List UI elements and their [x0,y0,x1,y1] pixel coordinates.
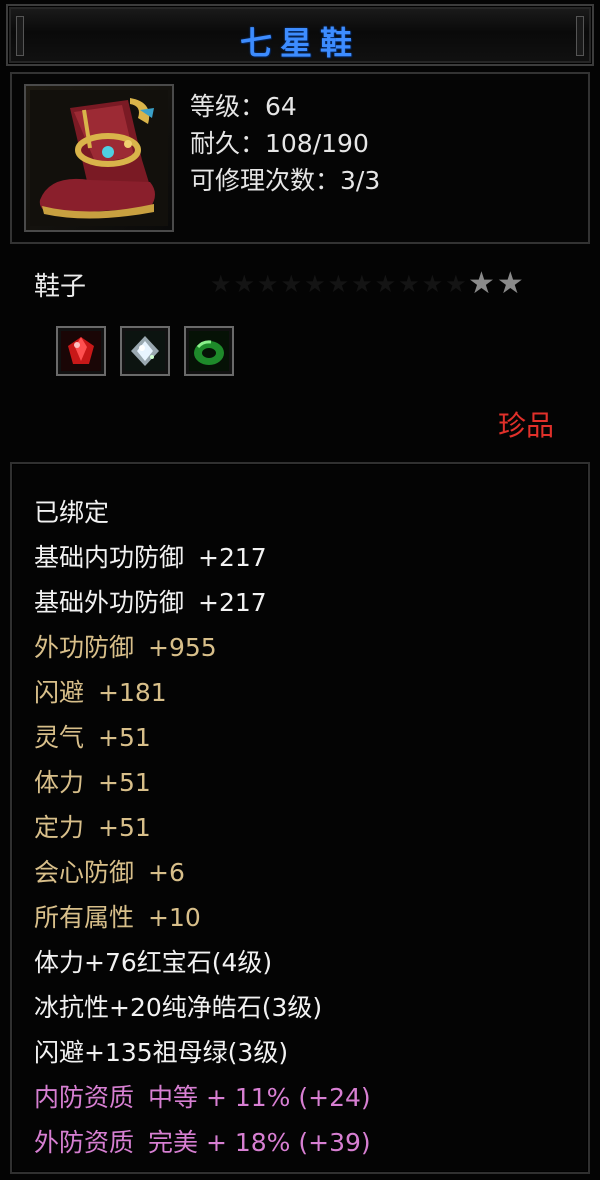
item-stats: 等级：64 耐久：108/190 可修理次数：3/3 [190,88,380,199]
attr-row: 闪避+135祖母绿(3级) [34,1030,371,1075]
title-bar: 七星鞋 [6,4,594,66]
attr-value: +181 [98,678,167,707]
attr-name: 灵气 [34,723,85,752]
attr-row: 体力 +51 [34,760,371,805]
attr-name: 体力+76红宝石(4级) [34,948,273,977]
attr-row: 所有属性 +10 [34,895,371,940]
attr-name: 闪避 [34,678,85,707]
attr-value: +955 [148,633,217,662]
attribute-panel: 已绑定 基础内功防御 +217 基础外功防御 +217 外功防御 +955 闪避 +18… [10,462,590,1174]
attr-name: 会心防御 [34,858,135,887]
star-rating: ★★ [468,266,526,301]
attr-name: 已绑定 [34,498,110,527]
attr-value: +51 [98,723,151,752]
ruby-gem-icon[interactable] [56,326,106,376]
item-type: 鞋子 [34,272,87,302]
attr-value: +10 [148,903,201,932]
title-right-ornament [576,16,584,56]
attr-name: 基础外功防御 [34,588,185,617]
attr-name: 外功防御 [34,633,135,662]
emerald-gem-icon[interactable] [184,326,234,376]
attr-name: 所有属性 [34,903,135,932]
quality-label: 珍品 [497,409,554,442]
attr-value: +6 [148,858,185,887]
empty-stars: ★★★★★★★★★★★ [210,270,469,298]
attr-row: 冰抗性+20纯净皓石(3级) [34,985,371,1030]
diamond-gem-icon[interactable] [120,326,170,376]
attr-row: 定力 +51 [34,805,371,850]
attribute-list: 已绑定 基础内功防御 +217 基础外功防御 +217 外功防御 +955 闪避 +18… [34,490,371,1165]
boot-icon [30,90,168,226]
item-durability: 耐久：108/190 [190,129,369,158]
attr-name: 冰抗性+20纯净皓石(3级) [34,993,323,1022]
item-tooltip: 七星鞋 等级：64 耐久：108/190 可修理次数：3/3 鞋子 ★★★★★★… [0,0,600,1180]
attr-row: 已绑定 [34,490,371,535]
attr-row: 外防资质 完美 + 18% (+39) [34,1120,371,1165]
attr-value: +51 [98,813,151,842]
attr-row: 会心防御 +6 [34,850,371,895]
attr-row: 内防资质 中等 + 11% (+24) [34,1075,371,1120]
attr-value: +51 [98,768,151,797]
attr-name: 定力 [34,813,85,842]
item-repairs: 可修理次数：3/3 [190,166,381,195]
attr-value: 中等 + 11% (+24) [148,1083,371,1112]
attr-row: 闪避 +181 [34,670,371,715]
attr-row: 外功防御 +955 [34,625,371,670]
attr-row: 灵气 +51 [34,715,371,760]
attr-name: 内防资质 [34,1083,135,1112]
item-header: 等级：64 耐久：108/190 可修理次数：3/3 [10,72,590,244]
attr-name: 基础内功防御 [34,543,185,572]
item-level: 等级：64 [190,92,297,121]
item-icon-frame [24,84,174,232]
item-name: 七星鞋 [239,24,360,62]
attr-row: 基础外功防御 +217 [34,580,371,625]
attr-value: +217 [198,543,267,572]
attr-name: 外防资质 [34,1128,135,1157]
attr-value: +217 [198,588,267,617]
attr-row: 体力+76红宝石(4级) [34,940,371,985]
attr-value: 完美 + 18% (+39) [148,1128,371,1157]
attr-name: 体力 [34,768,85,797]
attr-name: 闪避+135祖母绿(3级) [34,1038,289,1067]
attr-row: 基础内功防御 +217 [34,535,371,580]
